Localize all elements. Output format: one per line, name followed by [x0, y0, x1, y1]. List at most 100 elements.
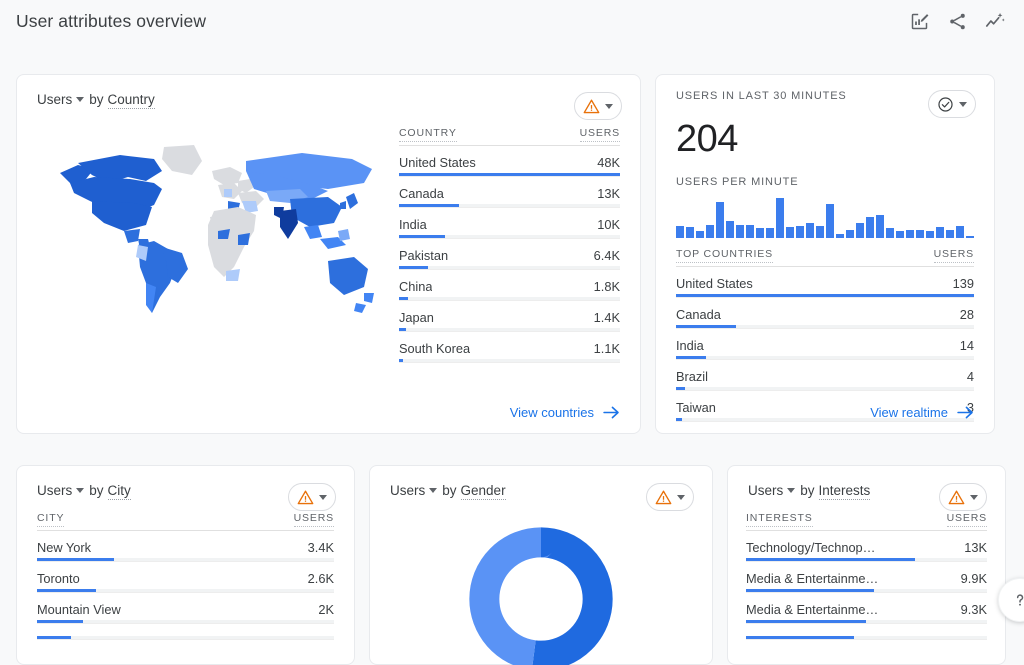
- sparkline-bar: [956, 226, 964, 238]
- table-row[interactable]: Pakistan 6.4K: [399, 239, 620, 270]
- row-label: China: [399, 279, 432, 294]
- dimension-selector-country[interactable]: Country: [108, 92, 155, 109]
- column-header-metric[interactable]: USERS: [294, 512, 334, 527]
- sparkline-bar: [916, 230, 924, 238]
- row-value: 10K: [589, 217, 620, 232]
- chevron-down-icon: [76, 488, 84, 493]
- city-rows: New York 3.4K Toronto 2.6K Mountain View: [37, 531, 334, 640]
- insights-icon[interactable]: [984, 10, 1006, 32]
- row-label: Toronto: [37, 571, 80, 586]
- share-icon[interactable]: [946, 10, 968, 32]
- table-row[interactable]: Japan 1.4K: [399, 301, 620, 332]
- row-bar-track: [399, 173, 620, 176]
- sparkline-bar: [706, 225, 714, 238]
- dimension-selector-city[interactable]: City: [108, 483, 131, 500]
- warning-triangle-icon: [583, 98, 600, 115]
- view-realtime-link[interactable]: View realtime: [870, 405, 974, 420]
- column-header-dimension[interactable]: CITY: [37, 512, 64, 527]
- row-bar-fill: [746, 558, 915, 561]
- table-row[interactable]: Mountain View 2K: [37, 593, 334, 624]
- table-row[interactable]: Media & Entertainme… 9.9K: [746, 562, 987, 593]
- column-header-metric[interactable]: USERS: [580, 127, 620, 142]
- gender-donut-chart[interactable]: [370, 512, 712, 665]
- city-table: CITY USERS New York 3.4K Toronto 2.6K: [17, 512, 354, 640]
- metric-selector-city[interactable]: Users by City: [37, 483, 131, 500]
- row-label: United States: [676, 276, 753, 291]
- data-warning-badge-gender[interactable]: [646, 483, 694, 511]
- table-row[interactable]: India 10K: [399, 208, 620, 239]
- sparkline-bar: [806, 223, 814, 238]
- view-countries-link[interactable]: View countries: [510, 405, 620, 420]
- country-table: COUNTRY USERS United States 48K Canada: [387, 121, 620, 391]
- chevron-down-icon: [76, 97, 84, 102]
- row-bar-fill: [746, 636, 854, 639]
- table-row[interactable]: New York 3.4K: [37, 531, 334, 562]
- data-warning-badge-city[interactable]: [288, 483, 336, 511]
- column-header-metric[interactable]: USERS: [947, 512, 987, 527]
- row-bar-fill: [399, 359, 403, 362]
- row-value: 1.4K: [586, 310, 620, 325]
- table-row[interactable]: [37, 624, 334, 640]
- row-bar-track: [37, 558, 334, 561]
- row-bar-track: [399, 204, 620, 207]
- row-bar-track: [37, 620, 334, 623]
- row-bar-track: [37, 636, 334, 639]
- row-bar-track: [676, 294, 974, 297]
- world-map-chart[interactable]: [37, 121, 387, 391]
- metric-selector-gender[interactable]: Users by Gender: [390, 483, 506, 500]
- metric-selector-interests[interactable]: Users by Interests: [748, 483, 870, 500]
- warning-triangle-icon: [297, 489, 314, 506]
- card-footer: View realtime: [656, 391, 994, 433]
- column-header-dimension[interactable]: COUNTRY: [399, 127, 457, 142]
- row-bar-track: [399, 297, 620, 300]
- column-header-dimension[interactable]: TOP COUNTRIES: [676, 248, 773, 263]
- table-row[interactable]: Brazil 4: [676, 360, 974, 391]
- sparkline-bar: [756, 228, 764, 238]
- table-row[interactable]: United States 139: [676, 267, 974, 298]
- chevron-down-icon: [319, 495, 327, 500]
- table-header: CITY USERS: [37, 512, 334, 531]
- table-row[interactable]: India 14: [676, 329, 974, 360]
- metric-selector-country[interactable]: Users by Country: [37, 92, 155, 109]
- sparkline-bar: [716, 202, 724, 238]
- data-warning-badge-country[interactable]: [574, 92, 622, 120]
- row-bar-fill: [399, 266, 428, 269]
- dimension-selector-interests[interactable]: Interests: [819, 483, 871, 500]
- table-row[interactable]: Canada 13K: [399, 177, 620, 208]
- chevron-down-icon: [970, 495, 978, 500]
- sparkline-bar: [906, 230, 914, 238]
- customize-report-icon[interactable]: [908, 10, 930, 32]
- country-rows: United States 48K Canada 13K: [399, 146, 620, 363]
- users-per-minute-sparkline[interactable]: [656, 196, 994, 238]
- row-value: 4: [959, 369, 974, 384]
- table-row[interactable]: Canada 28: [676, 298, 974, 329]
- realtime-active-users-value: 204: [656, 118, 994, 160]
- dimension-selector-gender[interactable]: Gender: [461, 483, 506, 500]
- sparkline-bar: [876, 215, 884, 238]
- table-row[interactable]: South Korea 1.1K: [399, 332, 620, 363]
- by-label: by: [89, 483, 103, 498]
- column-header-dimension[interactable]: INTERESTS: [746, 512, 813, 527]
- donut-svg: [451, 524, 631, 665]
- check-circle-icon: [937, 96, 954, 113]
- table-header: INTERESTS USERS: [746, 512, 987, 531]
- card-users-by-country: Users by Country: [16, 74, 641, 434]
- table-row[interactable]: United States 48K: [399, 146, 620, 177]
- table-row[interactable]: Media & Entertainme… 9.3K: [746, 593, 987, 624]
- column-header-metric[interactable]: USERS: [934, 248, 974, 263]
- row-value: 9.9K: [953, 571, 987, 586]
- card-header: Users by City: [17, 466, 354, 512]
- sparkline-bar: [726, 221, 734, 238]
- row-label: Pakistan: [399, 248, 448, 263]
- table-row[interactable]: China 1.8K: [399, 270, 620, 301]
- table-row[interactable]: [746, 624, 987, 640]
- table-row[interactable]: Toronto 2.6K: [37, 562, 334, 593]
- metric-label: Users: [390, 483, 425, 498]
- sparkline-bar: [946, 230, 954, 238]
- sparkline-bar: [846, 230, 854, 238]
- data-warning-badge-interests[interactable]: [939, 483, 987, 511]
- data-ok-badge-realtime[interactable]: [928, 90, 976, 118]
- row-value: 1.1K: [586, 341, 620, 356]
- row-bar-fill: [676, 294, 974, 297]
- table-row[interactable]: Technology/Technop… 13K: [746, 531, 987, 562]
